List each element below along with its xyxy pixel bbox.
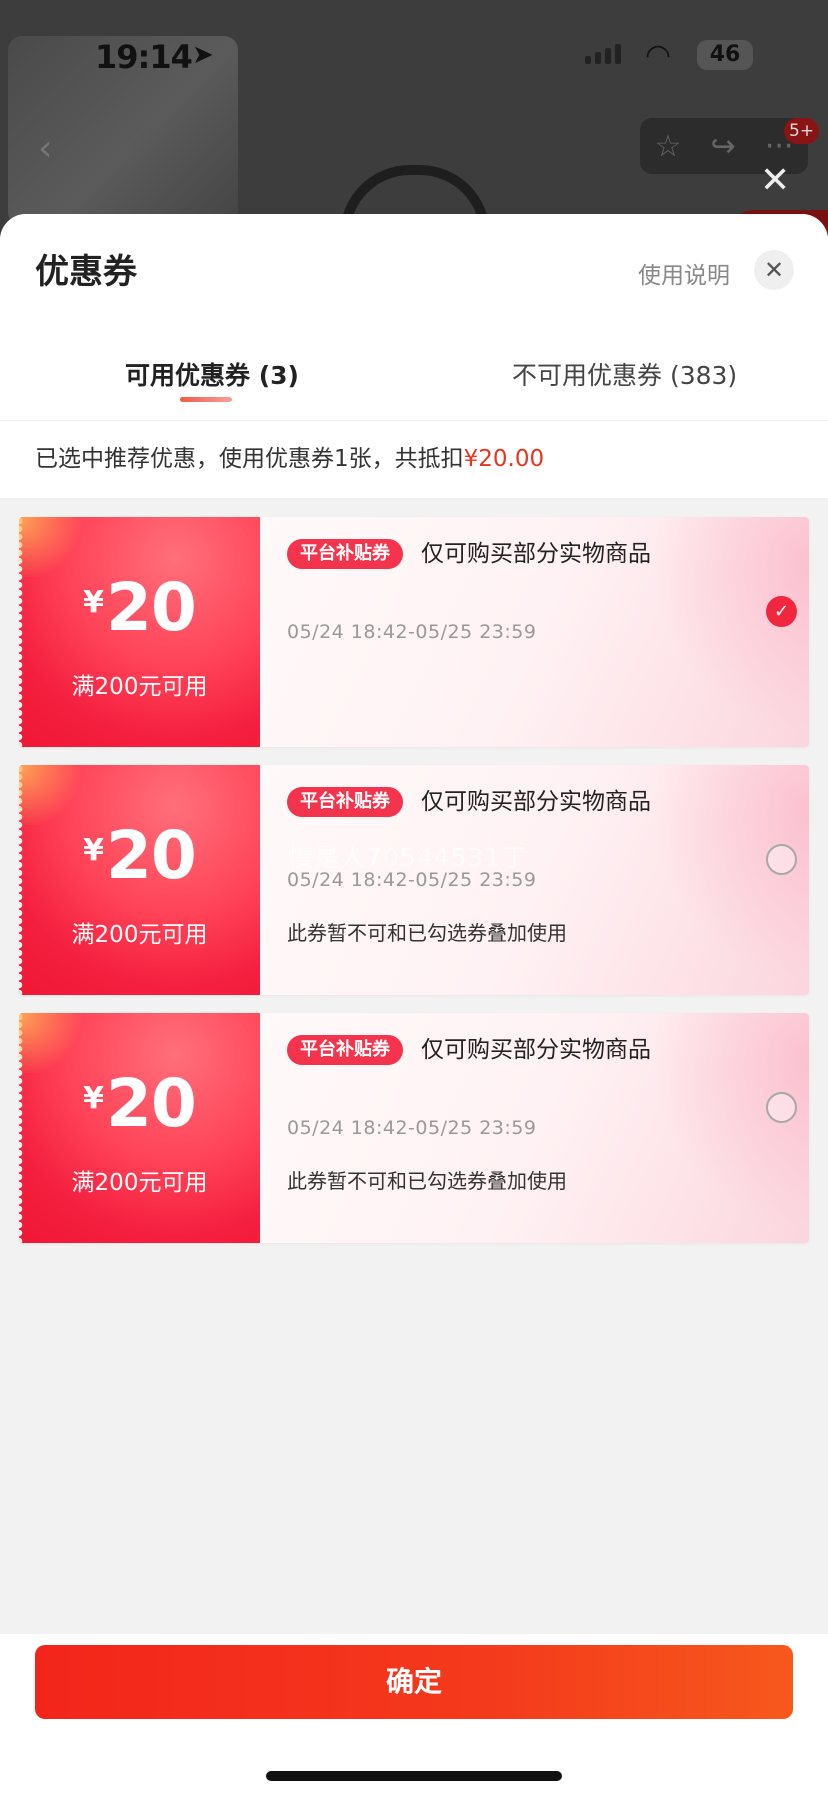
- close-icon: ✕: [763, 256, 785, 284]
- status-time: 19:14: [95, 38, 193, 76]
- coupon-value-panel: ¥20 满200元可用: [19, 1013, 260, 1243]
- sheet-title: 优惠券: [35, 252, 137, 292]
- radio-circle-icon[interactable]: [766, 1092, 797, 1123]
- summary-amount: ¥20.00: [463, 446, 545, 472]
- coupon-card[interactable]: ¥20 满200元可用 平台补贴券 仅可购买部分实物商品 05/24 18:42…: [19, 517, 809, 747]
- coupon-amount: 20: [106, 569, 197, 646]
- wifi-icon: ◠: [645, 38, 672, 73]
- selection-summary: 已选中推荐优惠，使用优惠券1张，共抵扣¥20.00: [0, 420, 828, 498]
- coupon-info-panel: 平台补贴券 仅可购买部分实物商品 05/24 18:42-05/25 23:59…: [260, 765, 809, 995]
- cell-signal-icon: [585, 44, 621, 64]
- coupon-card[interactable]: ¥20 满200元可用 平台补贴券 仅可购买部分实物商品 05/24 18:42…: [19, 1013, 809, 1243]
- close-button[interactable]: ✕: [754, 250, 794, 290]
- coupon-info-panel: 平台补贴券 仅可购买部分实物商品 05/24 18:42-05/25 23:59…: [260, 1013, 809, 1243]
- coupon-list: ¥20 满200元可用 平台补贴券 仅可购买部分实物商品 05/24 18:42…: [19, 517, 809, 1261]
- coupon-info-panel: 平台补贴券 仅可购买部分实物商品 05/24 18:42-05/25 23:59: [260, 517, 809, 747]
- coupon-note: 此券暂不可和已勾选券叠加使用: [287, 921, 567, 945]
- coupon-validity: 05/24 18:42-05/25 23:59: [287, 621, 537, 643]
- tab-available[interactable]: 可用优惠券 (3): [125, 356, 299, 392]
- summary-text: 已选中推荐优惠，使用优惠券1张，共抵扣: [35, 446, 464, 472]
- coupon-value: ¥20: [19, 1065, 260, 1142]
- coupon-value-panel: ¥20 满200元可用: [19, 765, 260, 995]
- check-icon[interactable]: ✓: [766, 596, 797, 627]
- coupon-scope: 仅可购买部分实物商品: [421, 789, 651, 815]
- coupon-value: ¥20: [19, 817, 260, 894]
- coupon-sheet: 优惠券 使用说明 ✕ 可用优惠券 (3) 不可用优惠券 (383) 已选中推荐优…: [0, 214, 828, 1795]
- coupon-condition: 满200元可用: [71, 922, 208, 948]
- coupon-value-panel: ¥20 满200元可用: [19, 517, 260, 747]
- coupon-card[interactable]: ¥20 满200元可用 平台补贴券 仅可购买部分实物商品 05/24 18:42…: [19, 765, 809, 995]
- coupon-amount: 20: [106, 1065, 197, 1142]
- currency-symbol: ¥: [83, 1081, 104, 1116]
- back-icon: ‹: [38, 128, 53, 169]
- coupon-validity: 05/24 18:42-05/25 23:59: [287, 1117, 537, 1139]
- coupon-tag: 平台补贴券: [287, 787, 403, 817]
- share-icon: ↪: [710, 128, 736, 164]
- currency-symbol: ¥: [83, 585, 104, 620]
- home-indicator: [266, 1771, 562, 1781]
- coupon-scope: 仅可购买部分实物商品: [421, 541, 651, 567]
- currency-symbol: ¥: [83, 833, 104, 868]
- coupon-tag: 平台补贴券: [287, 539, 403, 569]
- watermark: 慢是人70544531丁: [288, 843, 528, 872]
- usage-instructions-link[interactable]: 使用说明: [638, 256, 730, 290]
- star-icon: ☆: [654, 128, 682, 164]
- coupon-condition: 满200元可用: [71, 1170, 208, 1196]
- coupon-value: ¥20: [19, 569, 260, 646]
- radio-circle-icon[interactable]: [766, 844, 797, 875]
- tab-unavailable[interactable]: 不可用优惠券 (383): [512, 356, 737, 392]
- coupon-note: 此券暂不可和已勾选券叠加使用: [287, 1169, 567, 1193]
- page-close-icon: ✕: [760, 160, 791, 201]
- cart-badge: 5+: [784, 118, 820, 144]
- active-tab-indicator: [180, 397, 232, 402]
- coupon-amount: 20: [106, 817, 197, 894]
- coupon-tag: 平台补贴券: [287, 1035, 403, 1065]
- coupon-condition: 满200元可用: [71, 674, 208, 700]
- confirm-button[interactable]: 确定: [35, 1645, 793, 1719]
- location-arrow-icon: ➤: [192, 40, 214, 70]
- coupon-scope: 仅可购买部分实物商品: [421, 1037, 651, 1063]
- sheet-header: 优惠券 使用说明 ✕ 可用优惠券 (3) 不可用优惠券 (383): [0, 214, 828, 420]
- battery-indicator: 46: [697, 40, 753, 70]
